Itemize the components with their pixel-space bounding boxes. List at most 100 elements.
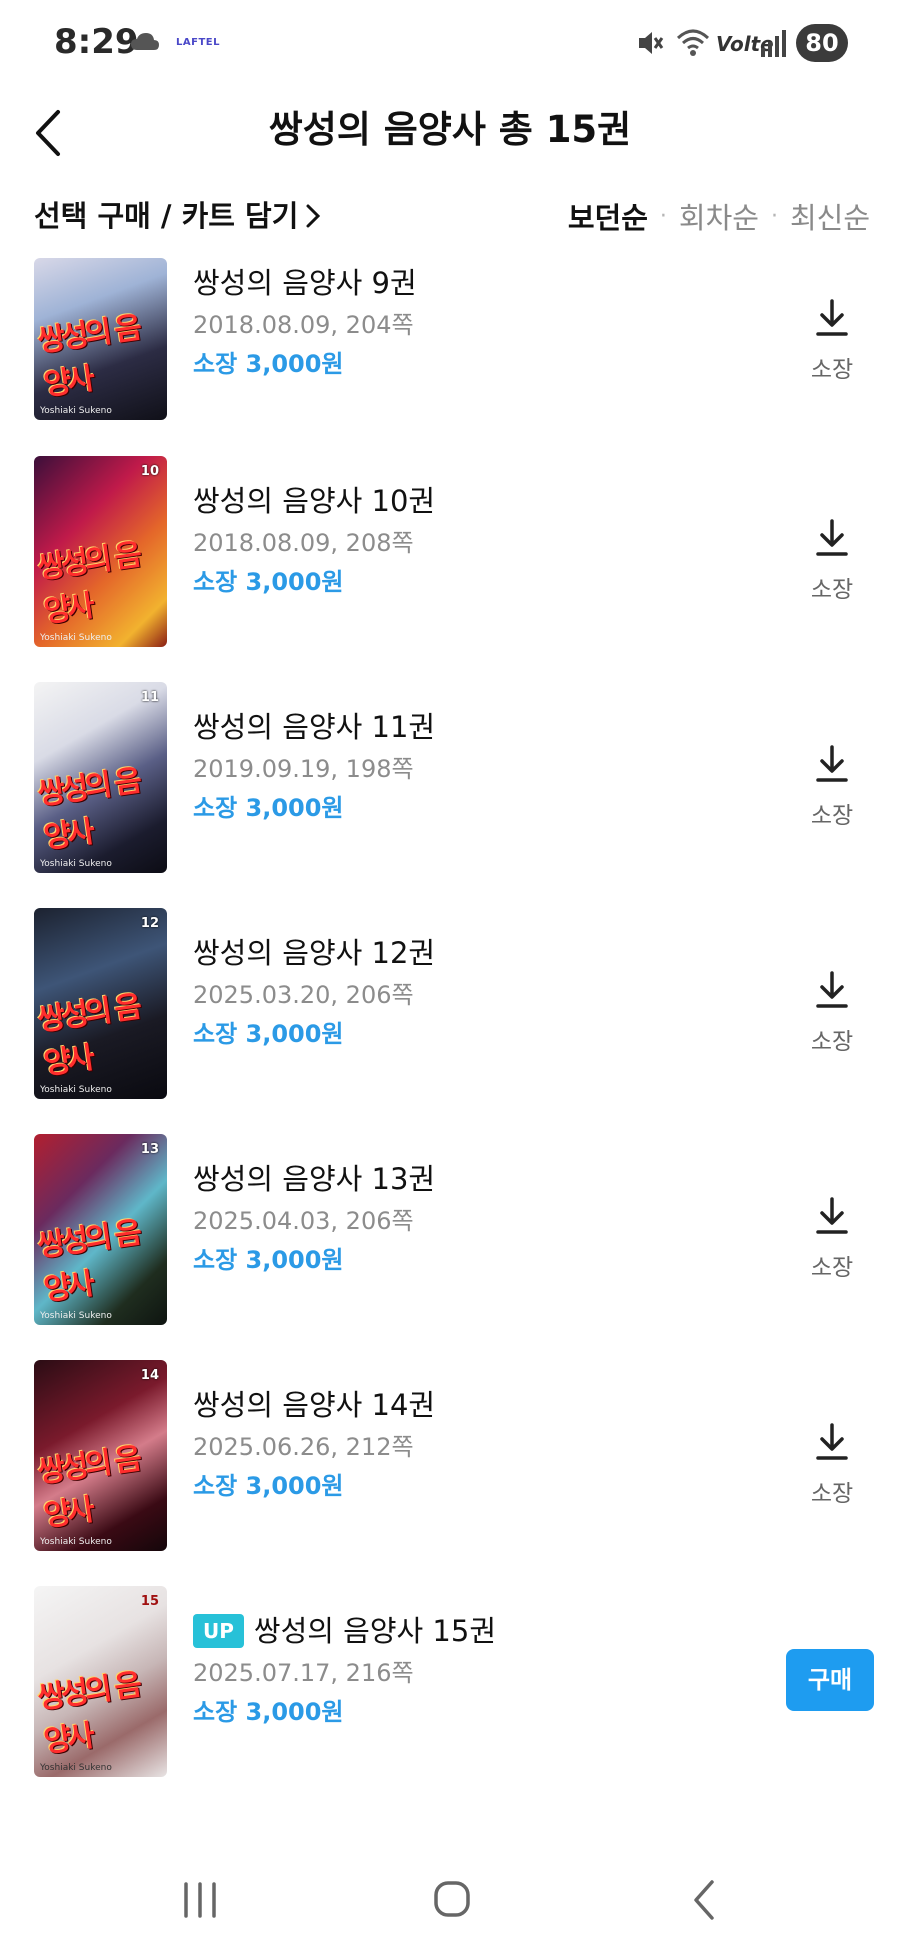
cover-author-text: Yoshiaki Sukeno [40, 1311, 112, 1321]
download-button[interactable]: 소장 [792, 298, 872, 398]
list-item[interactable]: 13 쌍성의 음양사 Yoshiaki Sukeno 쌍성의 음양사 13권 2… [0, 1134, 900, 1334]
download-button[interactable]: 소장 [792, 518, 872, 618]
book-price: 소장 3,000원 [193, 350, 344, 378]
book-title-text: 쌍성의 음양사 12권 [193, 936, 436, 970]
book-title-text: 쌍성의 음양사 13권 [193, 1162, 436, 1196]
book-price: 소장 3,000원 [193, 794, 344, 822]
list-item[interactable]: 11 쌍성의 음양사 Yoshiaki Sukeno 쌍성의 음양사 11권 2… [0, 682, 900, 882]
book-list-screen: 8:29 LAFTEL Volte 80 쌍성의 음양사 총 15권 선택 구매… [0, 0, 900, 1950]
wifi-icon [676, 26, 710, 62]
top-app-bar: 쌍성의 음양사 총 15권 [0, 88, 900, 188]
book-price: 소장 3,000원 [193, 1472, 344, 1500]
cover-volume-number: 13 [140, 1142, 159, 1157]
buy-button[interactable]: 구매 [786, 1649, 874, 1711]
cover-author-text: Yoshiaki Sukeno [40, 406, 112, 416]
book-cover: 10 쌍성의 음양사 Yoshiaki Sukeno [34, 456, 167, 647]
book-title: 쌍성의 음양사 11권 [193, 706, 435, 748]
up-badge: UP [193, 1614, 244, 1648]
book-price: 소장 3,000원 [193, 1698, 344, 1726]
book-title: 쌍성의 음양사 10권 [193, 480, 435, 522]
book-meta: 2025.04.03, 206쪽 [193, 1207, 414, 1235]
download-button[interactable]: 소장 [792, 1196, 872, 1296]
cover-title-text: 쌍성의 음양사 [35, 537, 141, 630]
cover-title-text: 쌍성의 음양사 [35, 763, 141, 856]
book-cover: 14 쌍성의 음양사 Yoshiaki Sukeno [34, 1360, 167, 1551]
download-icon [816, 1423, 848, 1460]
system-back-button[interactable] [664, 1870, 744, 1930]
own-label: 소장 [810, 803, 854, 829]
book-meta: 2018.08.09, 208쪽 [193, 529, 414, 557]
book-info: 쌍성의 음양사 13권 2025.04.03, 206쪽 소장 3,000원 [193, 1158, 435, 1280]
cover-title-text: 쌍성의 음양사 [35, 1441, 141, 1534]
system-nav-bar [0, 1850, 900, 1950]
cover-title-text: 쌍성의 음양사 [35, 310, 141, 403]
sort-option-episode-order[interactable]: 회차순 [679, 195, 759, 237]
cover-volume-number: 11 [140, 690, 159, 705]
sort-separator: · [659, 203, 667, 229]
back-icon [694, 1880, 714, 1920]
download-button[interactable]: 소장 [792, 970, 872, 1070]
book-title-text: 쌍성의 음양사 11권 [193, 710, 436, 744]
book-meta: 2018.08.09, 204쪽 [193, 311, 414, 339]
home-button[interactable] [412, 1870, 492, 1930]
book-title-text: 쌍성의 음양사 10권 [193, 484, 436, 518]
app-notification-label: LAFTEL [176, 37, 220, 48]
cover-title-text: 쌍성의 음양사 [35, 1215, 141, 1308]
book-cover: 11 쌍성의 음양사 Yoshiaki Sukeno [34, 682, 167, 873]
cloud-icon [130, 32, 160, 56]
own-label: 소장 [810, 357, 854, 383]
download-icon [816, 1197, 848, 1234]
download-icon [816, 971, 848, 1008]
cover-author-text: Yoshiaki Sukeno [40, 1085, 112, 1095]
chevron-left-icon [36, 110, 60, 156]
recent-apps-icon [184, 1882, 216, 1918]
book-cover: 15 쌍성의 음양사 Yoshiaki Sukeno [34, 1586, 167, 1777]
cover-volume-number: 10 [140, 464, 159, 479]
back-button[interactable] [30, 96, 90, 166]
book-info: 쌍성의 음양사 12권 2025.03.20, 206쪽 소장 3,000원 [193, 932, 435, 1054]
book-info: 쌍성의 음양사 14권 2025.06.26, 212쪽 소장 3,000원 [193, 1384, 435, 1506]
recent-apps-button[interactable] [160, 1870, 240, 1930]
book-price: 소장 3,000원 [193, 568, 344, 596]
list-item[interactable]: 14 쌍성의 음양사 Yoshiaki Sukeno 쌍성의 음양사 14권 2… [0, 1360, 900, 1560]
book-title: 쌍성의 음양사 12권 [193, 932, 435, 974]
cover-author-text: Yoshiaki Sukeno [40, 1537, 112, 1547]
list-item[interactable]: 쌍성의 음양사 Yoshiaki Sukeno 쌍성의 음양사 9권 2018.… [0, 258, 900, 458]
book-meta: 2025.07.17, 216쪽 [193, 1659, 414, 1687]
own-label: 소장 [810, 1255, 854, 1281]
book-info: 쌍성의 음양사 10권 2018.08.09, 208쪽 소장 3,000원 [193, 480, 435, 602]
list-item[interactable]: 10 쌍성의 음양사 Yoshiaki Sukeno 쌍성의 음양사 10권 2… [0, 456, 900, 656]
book-info: 쌍성의 음양사 9권 2018.08.09, 204쪽 소장 3,000원 [193, 262, 417, 384]
sort-option-newest[interactable]: 최신순 [790, 195, 870, 237]
status-time: 8:29 [54, 22, 139, 62]
download-button[interactable]: 소장 [792, 1422, 872, 1522]
book-info: 쌍성의 음양사 11권 2019.09.19, 198쪽 소장 3,000원 [193, 706, 435, 828]
download-icon [816, 519, 848, 556]
book-price: 소장 3,000원 [193, 1246, 344, 1274]
home-icon [434, 1881, 470, 1917]
select-purchase-cart-link[interactable]: 선택 구매 / 카트 담기 [34, 188, 322, 244]
cover-volume-number: 14 [140, 1368, 159, 1383]
cover-title-text: 쌍성의 음양사 [35, 1667, 141, 1760]
list-item[interactable]: 15 쌍성의 음양사 Yoshiaki Sukeno UP 쌍성의 음양사 15… [0, 1586, 900, 1786]
cover-volume-number: 15 [140, 1594, 159, 1609]
book-title: 쌍성의 음양사 14권 [193, 1384, 435, 1426]
sort-option-reading-order[interactable]: 보던순 [568, 195, 648, 237]
book-info: UP 쌍성의 음양사 15권 2025.07.17, 216쪽 소장 3,000… [193, 1610, 496, 1732]
book-title-text: 쌍성의 음양사 9권 [193, 266, 417, 300]
book-meta: 2025.03.20, 206쪽 [193, 981, 414, 1009]
download-button[interactable]: 소장 [792, 744, 872, 844]
download-icon [816, 745, 848, 782]
page-title: 쌍성의 음양사 총 15권 [268, 108, 632, 151]
book-price: 소장 3,000원 [193, 1020, 344, 1048]
signal-icon [760, 28, 788, 62]
select-purchase-label: 선택 구매 / 카트 담기 [34, 199, 299, 233]
mute-icon [636, 28, 664, 62]
book-title: 쌍성의 음양사 9권 [193, 262, 417, 304]
own-label: 소장 [810, 577, 854, 603]
own-label: 소장 [810, 1029, 854, 1055]
book-title-text: 쌍성의 음양사 14권 [193, 1388, 436, 1422]
cover-author-text: Yoshiaki Sukeno [40, 633, 112, 643]
sort-separator: · [770, 203, 778, 229]
list-item[interactable]: 12 쌍성의 음양사 Yoshiaki Sukeno 쌍성의 음양사 12권 2… [0, 908, 900, 1108]
